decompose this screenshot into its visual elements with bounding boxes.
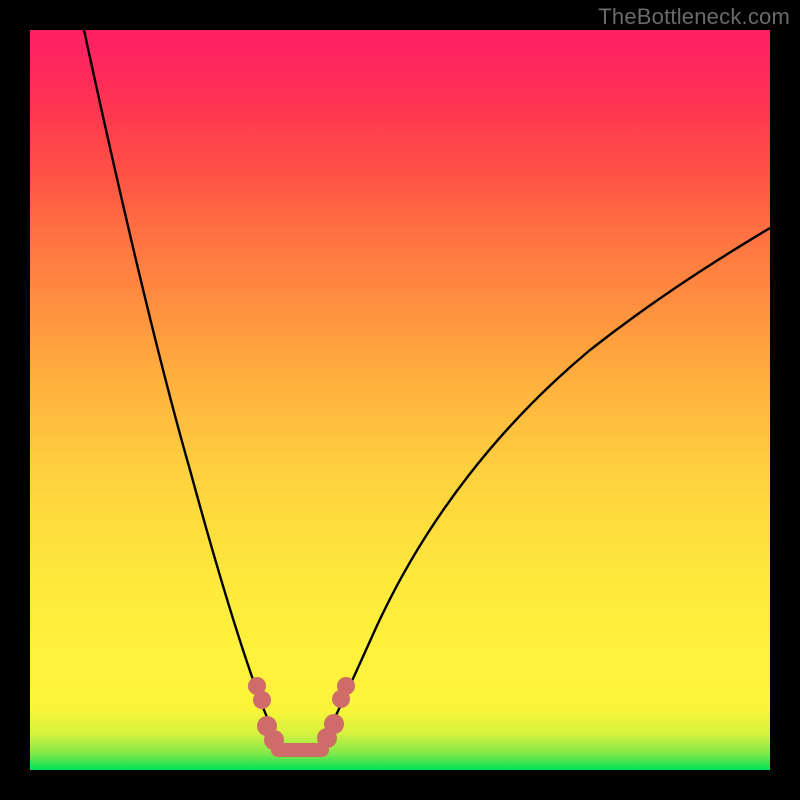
marker-dot <box>324 714 344 734</box>
marker-dot <box>253 691 271 709</box>
curve-left-branch <box>84 30 287 750</box>
watermark-text: TheBottleneck.com <box>598 4 790 30</box>
plot-area <box>30 30 770 770</box>
chart-frame: TheBottleneck.com <box>0 0 800 800</box>
marker-dot <box>337 677 355 695</box>
curve-canvas <box>30 30 770 770</box>
curve-right-branch <box>318 228 770 750</box>
valley-dot-markers <box>248 677 355 750</box>
marker-dot <box>264 730 284 750</box>
